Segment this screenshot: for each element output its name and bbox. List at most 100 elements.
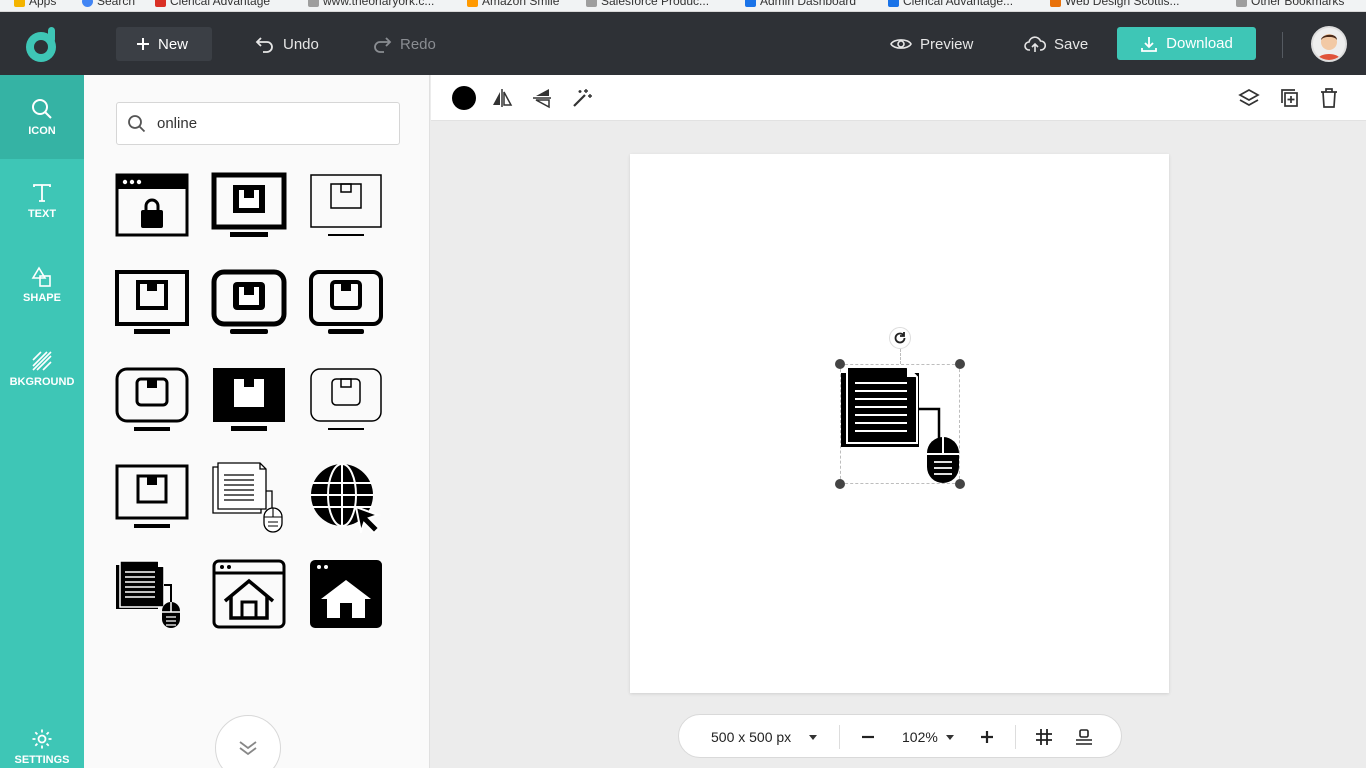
monitor-box-icon[interactable] bbox=[112, 267, 192, 339]
new-button[interactable]: New bbox=[116, 27, 212, 61]
user-avatar[interactable] bbox=[1311, 26, 1347, 62]
design-canvas[interactable] bbox=[630, 154, 1169, 693]
chevron-down-icon bbox=[809, 734, 818, 740]
search-icon bbox=[128, 114, 146, 132]
search-icon bbox=[32, 99, 52, 119]
rotate-handle[interactable] bbox=[889, 327, 911, 349]
resize-handle-bottom-right[interactable] bbox=[955, 479, 965, 489]
bookmark-apps[interactable]: Apps bbox=[14, 0, 56, 8]
bookmark-admin[interactable]: Admin Dashboard bbox=[745, 0, 856, 8]
resize-handle-top-left[interactable] bbox=[835, 359, 845, 369]
rail-item-text-label: TEXT bbox=[27, 208, 57, 220]
background-pattern-icon bbox=[32, 351, 52, 371]
rail-item-icon-label: ICON bbox=[28, 125, 56, 137]
preview-button[interactable]: Preview bbox=[890, 27, 973, 61]
gear-icon bbox=[32, 729, 52, 749]
apps-icon bbox=[14, 0, 25, 7]
documents-mouse-outline-icon[interactable] bbox=[209, 461, 289, 533]
grid-toggle-button[interactable] bbox=[1035, 715, 1053, 759]
rail-item-shape-label: SHAPE bbox=[23, 292, 61, 304]
zoom-out-button[interactable] bbox=[861, 715, 875, 759]
monitor-box-rounded-thin-icon[interactable] bbox=[112, 364, 192, 436]
color-swatch[interactable] bbox=[451, 85, 477, 111]
rail-item-text[interactable]: TEXT bbox=[0, 159, 84, 243]
download-button[interactable]: Download bbox=[1117, 27, 1256, 60]
header-divider bbox=[1282, 32, 1283, 58]
top-bar: New Undo Redo Preview Save Download bbox=[0, 12, 1366, 75]
bookmark-theoriaryork[interactable]: www.theoriaryork.c... bbox=[308, 0, 434, 8]
undo-button-label: Undo bbox=[283, 35, 319, 53]
redo-button[interactable]: Redo bbox=[372, 27, 436, 61]
zoom-in-button[interactable] bbox=[980, 715, 994, 759]
resize-handle-bottom-left[interactable] bbox=[835, 479, 845, 489]
monitor-box-thin-icon[interactable] bbox=[306, 170, 386, 242]
monitor-box-thick-icon[interactable] bbox=[209, 170, 289, 242]
rail-item-background-label: BKGROUND bbox=[9, 376, 75, 388]
icon-search[interactable] bbox=[116, 102, 400, 145]
resize-handle-top-right[interactable] bbox=[955, 359, 965, 369]
left-rail: ICON TEXT SHAPE BKGROUND SETTINGS bbox=[0, 75, 84, 768]
bookmark-salesforce[interactable]: Salesforce Produc... bbox=[586, 0, 709, 8]
monitor-box-filled-icon[interactable] bbox=[209, 364, 289, 436]
plus-icon bbox=[137, 38, 149, 50]
eye-icon bbox=[890, 39, 912, 49]
bookmark-other[interactable]: Other Bookmarks bbox=[1236, 0, 1344, 8]
chevron-down-icon bbox=[945, 734, 954, 740]
cloud-upload-icon bbox=[1024, 36, 1046, 52]
page-icon bbox=[586, 0, 597, 7]
bookmarks-bar: Apps Search Clerical Advantage www.theor… bbox=[0, 0, 1366, 12]
search-input[interactable] bbox=[157, 115, 377, 132]
editor-toolbar bbox=[431, 75, 1366, 121]
monitor-box-classic-icon[interactable] bbox=[112, 461, 192, 533]
flip-vertical-button[interactable] bbox=[529, 85, 555, 111]
monitor-box-outline-icon[interactable] bbox=[306, 364, 386, 436]
rotate-connector bbox=[900, 349, 901, 364]
layers-button[interactable] bbox=[1236, 85, 1262, 111]
bookmark-amazon[interactable]: Amazon Smile bbox=[467, 0, 559, 8]
rotate-icon bbox=[894, 332, 906, 344]
bookmark-search[interactable]: Search bbox=[82, 0, 135, 8]
rail-item-shape[interactable]: SHAPE bbox=[0, 243, 84, 327]
chevron-double-down-icon bbox=[239, 741, 257, 756]
plus-icon bbox=[981, 731, 993, 743]
load-more-button[interactable] bbox=[215, 715, 281, 768]
dashboard-icon bbox=[745, 0, 756, 7]
app-logo-icon[interactable] bbox=[22, 25, 62, 65]
effects-button[interactable] bbox=[569, 85, 595, 111]
align-center-button[interactable] bbox=[1075, 715, 1093, 759]
browser-home-outline-icon[interactable] bbox=[209, 558, 289, 630]
bookmark-clerical-2[interactable]: Clerical Advantage... bbox=[888, 0, 1013, 8]
layers-icon bbox=[1238, 89, 1260, 106]
flip-vertical-icon bbox=[533, 89, 551, 109]
page-icon bbox=[308, 0, 319, 7]
save-button[interactable]: Save bbox=[1024, 27, 1088, 61]
canvas-size-label: 500 x 500 px bbox=[711, 729, 792, 745]
bookmark-webdesign[interactable]: Web Design Scottis... bbox=[1050, 0, 1180, 8]
rail-item-icon[interactable]: ICON bbox=[0, 75, 84, 159]
globe-cursor-icon[interactable] bbox=[306, 461, 386, 533]
flip-horizontal-button[interactable] bbox=[489, 85, 515, 111]
shapes-icon bbox=[31, 266, 51, 287]
browser-home-filled-icon[interactable] bbox=[306, 558, 386, 630]
preview-button-label: Preview bbox=[920, 35, 974, 53]
undo-button[interactable]: Undo bbox=[255, 27, 319, 61]
new-button-label: New bbox=[158, 35, 189, 53]
duplicate-button[interactable] bbox=[1276, 85, 1302, 111]
monitor-box-rounded-icon[interactable] bbox=[209, 267, 289, 339]
canvas-size-select[interactable]: 500 x 500 px bbox=[711, 715, 818, 759]
selected-object[interactable] bbox=[835, 359, 965, 489]
bookmark-icon bbox=[155, 0, 166, 7]
browser-shopping-bag-icon[interactable] bbox=[112, 170, 192, 242]
delete-button[interactable] bbox=[1316, 85, 1342, 111]
documents-mouse-icon bbox=[841, 366, 959, 483]
search-bookmark-icon bbox=[82, 0, 93, 7]
rail-item-settings[interactable]: SETTINGS bbox=[0, 705, 84, 768]
download-button-label: Download bbox=[1166, 35, 1233, 52]
documents-mouse-filled-icon[interactable] bbox=[112, 558, 192, 630]
rail-item-background[interactable]: BKGROUND bbox=[0, 327, 84, 411]
bookmark-icon bbox=[1050, 0, 1061, 7]
bookmark-clerical[interactable]: Clerical Advantage bbox=[155, 0, 270, 8]
folder-icon bbox=[1236, 0, 1247, 7]
zoom-level-select[interactable]: 102% bbox=[902, 715, 954, 759]
monitor-box-rounded-alt-icon[interactable] bbox=[306, 267, 386, 339]
